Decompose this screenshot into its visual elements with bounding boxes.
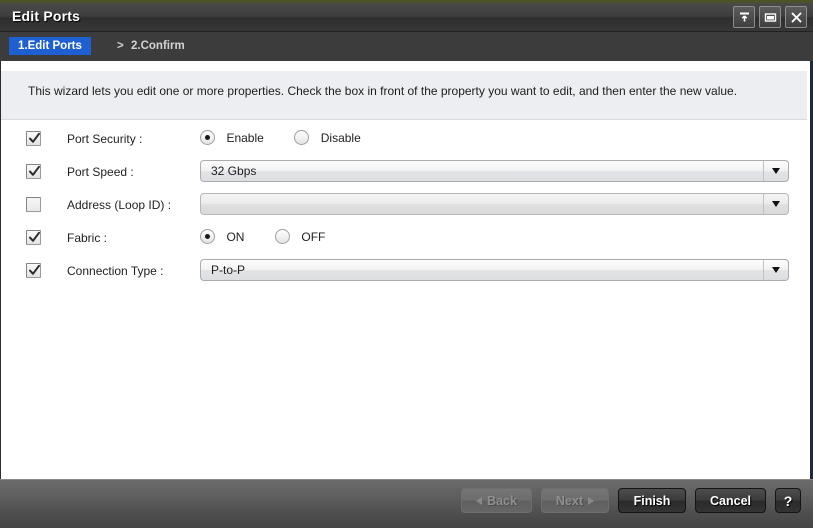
radio-dot-icon	[294, 130, 310, 146]
next-button[interactable]: Next	[540, 488, 609, 513]
radio-fabric-off[interactable]: OFF	[274, 228, 326, 246]
wizard-step-bar: 1.Edit Ports > 2.Confirm	[0, 33, 813, 61]
radio-label: Enable	[226, 130, 264, 145]
checkbox-port-security[interactable]	[26, 131, 41, 146]
cancel-button-label: Cancel	[710, 493, 751, 508]
label-address-loop-id: Address (Loop ID) :	[67, 198, 172, 212]
finish-button-label: Finish	[633, 493, 671, 508]
dropdown-connection-type[interactable]: P-to-P	[200, 259, 789, 281]
checkbox-address-loop-id[interactable]	[26, 197, 41, 212]
chevron-down-icon[interactable]	[763, 161, 788, 181]
radio-port-security-disable[interactable]: Disable	[294, 129, 361, 147]
footer-buttons: Back Next Finish Cancel ?	[461, 488, 801, 513]
radio-port-security-enable[interactable]: Enable	[200, 129, 264, 147]
help-button[interactable]: ?	[775, 488, 801, 513]
arrow-right-icon	[588, 496, 594, 505]
checkbox-connection-type[interactable]	[26, 263, 41, 278]
edit-ports-dialog: Edit Ports 1.Edit Ports > 2.Confirm This…	[0, 0, 813, 528]
radio-dot-icon	[200, 130, 215, 146]
form-row-fabric: Fabric : ON OFF	[1, 224, 807, 257]
pin-icon[interactable]	[733, 6, 755, 28]
radio-group-fabric: ON OFF	[200, 228, 351, 246]
cancel-button[interactable]: Cancel	[695, 488, 766, 513]
radio-group-port-security: Enable Disable	[200, 129, 387, 147]
dropdown-value: 32 Gbps	[211, 164, 257, 178]
step-separator: >	[117, 40, 124, 52]
content-panel: This wizard lets you edit one or more pr…	[0, 61, 813, 479]
radio-dot-icon	[200, 229, 215, 245]
maximize-icon[interactable]	[759, 6, 781, 28]
back-button-label: Back	[487, 493, 517, 508]
radio-dot-icon	[274, 229, 290, 245]
radio-label: OFF	[301, 229, 326, 244]
label-connection-type: Connection Type :	[67, 264, 164, 278]
finish-button[interactable]: Finish	[618, 488, 686, 513]
next-button-label: Next	[555, 493, 583, 508]
close-icon[interactable]	[785, 6, 807, 28]
dropdown-value: P-to-P	[211, 263, 246, 277]
dropdown-port-speed[interactable]: 32 Gbps	[200, 160, 789, 182]
form-row-port-security: Port Security : Enable Disable	[1, 125, 807, 158]
arrow-left-icon	[476, 496, 483, 505]
wizard-description: This wizard lets you edit one or more pr…	[1, 71, 807, 120]
window-title: Edit Ports	[12, 8, 81, 24]
title-bar: Edit Ports	[0, 3, 813, 32]
help-button-label: ?	[783, 492, 793, 509]
form-row-connection-type: Connection Type : P-to-P	[1, 257, 807, 290]
label-port-security: Port Security :	[67, 132, 143, 146]
back-button[interactable]: Back	[461, 488, 532, 513]
radio-label: Disable	[320, 130, 361, 145]
label-port-speed: Port Speed :	[67, 165, 134, 179]
radio-fabric-on[interactable]: ON	[200, 228, 244, 246]
checkbox-port-speed[interactable]	[26, 164, 41, 179]
label-fabric: Fabric :	[67, 231, 108, 245]
wizard-description-text: This wizard lets you edit one or more pr…	[28, 84, 738, 98]
checkbox-fabric[interactable]	[26, 230, 41, 245]
radio-label: ON	[226, 229, 245, 244]
title-bar-buttons	[733, 6, 807, 28]
chevron-down-icon[interactable]	[763, 194, 788, 214]
form-row-port-speed: Port Speed : 32 Gbps	[1, 158, 807, 191]
step-2-confirm[interactable]: 2.Confirm	[131, 37, 185, 55]
chevron-down-icon[interactable]	[763, 260, 788, 280]
form-row-address-loop-id: Address (Loop ID) :	[1, 191, 807, 224]
dropdown-address-loop-id[interactable]	[200, 193, 789, 215]
dialog-footer: Back Next Finish Cancel ?	[0, 479, 813, 528]
step-1-edit-ports[interactable]: 1.Edit Ports	[9, 37, 91, 55]
properties-form: Port Security : Enable Disable Port Spee…	[1, 125, 807, 290]
